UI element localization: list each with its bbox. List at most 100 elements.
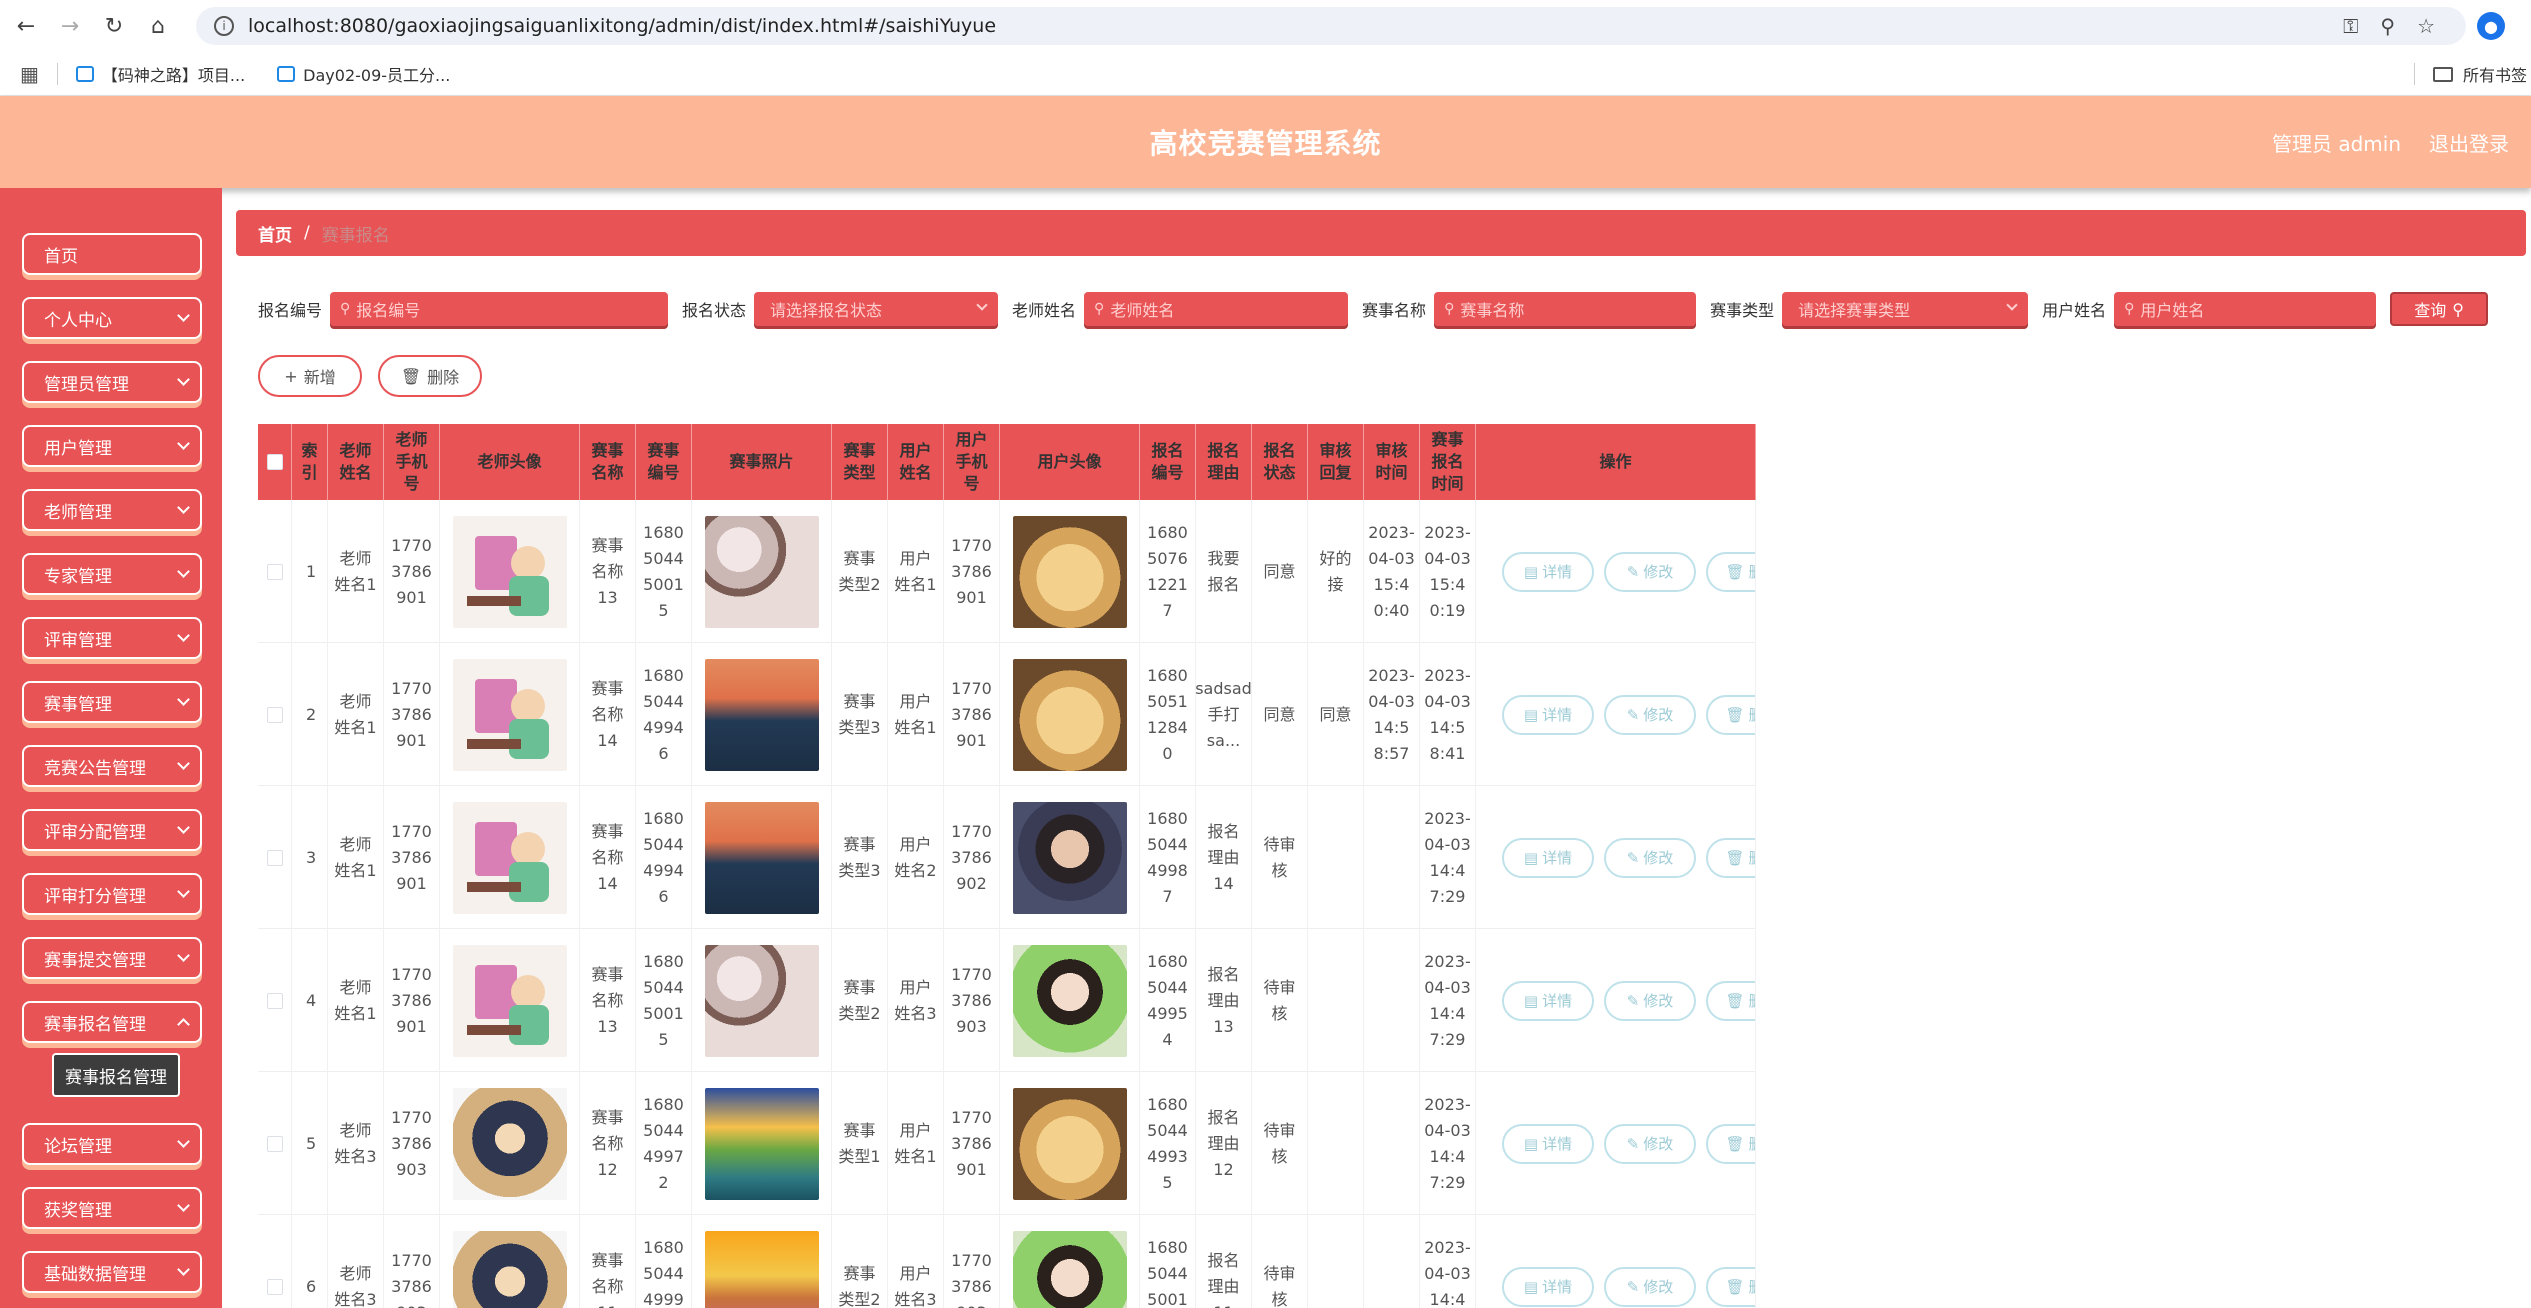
cell-sname: 赛事名称12 [580,1072,636,1215]
cell-text: 2023-04-03 14:47:29 [1424,1094,1471,1192]
detail-button[interactable]: ▤ 详情 [1502,551,1594,592]
sidebar-item-review-assign[interactable]: 评审分配管理 [22,809,202,851]
detail-button[interactable]: ▤ 详情 [1502,694,1594,735]
row-checkbox[interactable] [266,992,283,1009]
status-select[interactable]: 请选择报名状态 [754,292,999,326]
search-label: 报名状态 [682,301,747,320]
reload-icon[interactable]: ↻ [96,8,132,44]
cell-text: 老师姓名1 [334,977,377,1023]
profile-avatar-icon[interactable]: ● [2477,12,2505,40]
chevron-down-icon [177,501,190,514]
delete-button[interactable]: 🗑 删除 [378,355,482,397]
trash-icon: 🗑 [1725,562,1745,581]
sidebar-item-submissions[interactable]: 赛事提交管理 [22,937,202,979]
row-checkbox[interactable] [266,563,283,580]
row-checkbox[interactable] [266,1135,283,1152]
breadcrumb: 首页 / 赛事报名 [236,210,2526,256]
breadcrumb-current: 赛事报名 [321,225,390,246]
row-checkbox[interactable] [266,849,283,866]
query-button[interactable]: 查询 ⚲ [2390,292,2489,326]
address-bar[interactable]: i localhost:8080/gaoxiaojingsaiguanlixit… [196,7,2466,45]
select-all-checkbox[interactable] [266,454,283,470]
edit-button[interactable]: ✎ 修改 [1604,1123,1696,1164]
edit-button[interactable]: ✎ 修改 [1604,837,1696,878]
cell-text: 好的接 [1319,548,1352,594]
sidebar-item-basic-data[interactable]: 基础数据管理 [22,1251,202,1293]
row-delete-button[interactable]: 🗑删除 [1706,1266,1755,1307]
sidebar-item-admins[interactable]: 管理员管理 [22,361,202,403]
sidebar-item-home[interactable]: 首页 [22,233,202,275]
back-icon[interactable]: ← [8,8,44,44]
cell-text: 报名理由13 [1207,964,1240,1036]
cell-uphone: 17703786903 [944,1215,1000,1308]
sidebar-item-teachers[interactable]: 老师管理 [22,489,202,531]
col-reply: 审核回复 [1308,424,1364,500]
sidebar-item-forum[interactable]: 论坛管理 [22,1123,202,1165]
row-checkbox[interactable] [266,706,283,723]
row-actions: ▤详情✎修改🗑删除 [1476,786,1756,929]
competition-type-select[interactable]: 请选择赛事类型 [1782,292,2029,326]
sidebar-item-awards[interactable]: 获奖管理 [22,1187,202,1229]
op-label: 删除 [1749,702,1755,728]
sidebar-item-profile[interactable]: 个人中心 [22,297,202,339]
table-row: 1 老师姓名1 17703786901 赛事名称13 1680504450015 赛事类型… [258,500,1756,643]
cell-text: 老师姓名1 [334,691,377,737]
zoom-icon[interactable]: ⚲ [2380,14,2395,38]
submenu-item-registrations[interactable]: 赛事报名管理 [52,1053,180,1097]
cell-text: 赛事名称14 [591,821,624,893]
chevron-down-icon [177,821,190,834]
edit-button[interactable]: ✎ 修改 [1604,694,1696,735]
teacher-name-input[interactable]: ⚲ 老师姓名 [1084,292,1349,326]
detail-button[interactable]: ▤ 详情 [1502,1123,1594,1164]
all-bookmarks[interactable]: 所有书签 [2413,52,2531,96]
menu-label: 赛事报名管理 [44,1014,146,1035]
row-checkbox[interactable] [266,1278,283,1295]
row-delete-button[interactable]: 🗑删除 [1706,837,1755,878]
search-label: 报名编号 [258,301,323,320]
cell-text: 报名理由12 [1207,1107,1240,1179]
sidebar-item-registrations[interactable]: 赛事报名管理 [22,1001,202,1043]
cell-text: 赛事类型2 [838,977,881,1023]
menu-label: 评审打分管理 [44,886,146,907]
add-button[interactable]: + 新增 [258,355,362,397]
sidebar-item-users[interactable]: 用户管理 [22,425,202,467]
home-icon[interactable]: ⌂ [140,8,176,44]
row-delete-button[interactable]: 🗑删除 [1706,551,1755,592]
bookmark-item[interactable]: Day02-09-员工分... [277,62,450,86]
forward-icon[interactable]: → [52,8,88,44]
competition-name-input[interactable]: ⚲ 赛事名称 [1434,292,1697,326]
row-delete-button[interactable]: 🗑删除 [1706,1123,1755,1164]
detail-button[interactable]: ▤ 详情 [1502,980,1594,1021]
edit-button[interactable]: ✎ 修改 [1604,1266,1696,1307]
detail-button[interactable]: ▤ 详情 [1502,1266,1594,1307]
cell-status: 待审核 [1252,1072,1308,1215]
sidebar-item-reviews[interactable]: 评审管理 [22,617,202,659]
select-all[interactable] [258,424,292,500]
bookmark-star-icon[interactable]: ☆ [2417,14,2435,38]
edit-button[interactable]: ✎ 修改 [1604,980,1696,1021]
edit-button[interactable]: ✎ 修改 [1604,551,1696,592]
cell-status: 待审核 [1252,1215,1308,1308]
menu-label: 赛事提交管理 [44,950,146,971]
sidebar-item-review-score[interactable]: 评审打分管理 [22,873,202,915]
password-key-icon[interactable]: ⚿ [2343,14,2358,38]
row-delete-button[interactable]: 🗑删除 [1706,694,1755,735]
sidebar-item-announcements[interactable]: 竞赛公告管理 [22,745,202,787]
search-form: 报名编号 ⚲ 报名编号 报名状态 请选择报名状态 老师姓名 ⚲ 老师姓名 赛事名称 … [258,291,2489,327]
cell-text: 用户姓名1 [894,1120,937,1166]
apps-grid-icon[interactable]: ▦ [20,62,39,86]
sidebar-item-experts[interactable]: 专家管理 [22,553,202,595]
row-delete-button[interactable]: 🗑删除 [1706,980,1755,1021]
detail-button[interactable]: ▤ 详情 [1502,837,1594,878]
user-name-input[interactable]: ⚲ 用户姓名 [2114,292,2377,326]
row-actions: ▤详情✎修改🗑删除 [1476,1215,1756,1308]
cell-atime [1364,1215,1420,1308]
breadcrumb-home[interactable]: 首页 [258,221,292,246]
sidebar-item-competitions[interactable]: 赛事管理 [22,681,202,723]
bookmark-item[interactable]: 【码神之路】项目... [75,62,245,86]
site-info-icon[interactable]: i [214,16,234,36]
registration-no-input[interactable]: ⚲ 报名编号 [330,292,669,326]
competition-photo-cell [692,643,832,786]
logout-link[interactable]: 退出登录 [2429,128,2509,157]
row-actions: ▤详情✎修改🗑删除 [1476,1072,1756,1215]
